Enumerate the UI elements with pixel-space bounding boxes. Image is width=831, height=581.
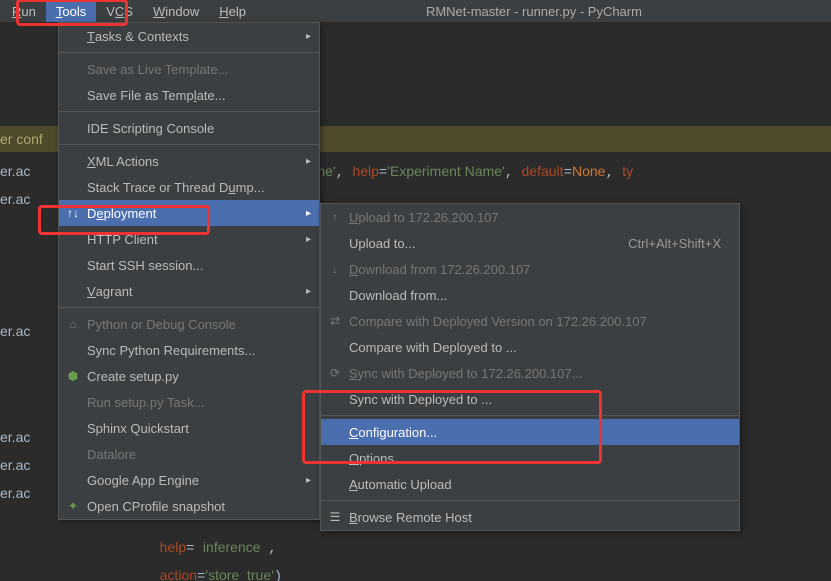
menu-item-sync-requirements[interactable]: Sync Python Requirements... (59, 337, 319, 363)
menu-tools[interactable]: ToolsTools (46, 1, 96, 22)
upload-icon: ↑ (327, 209, 343, 225)
compare-icon: ⇄ (327, 313, 343, 329)
menu-run[interactable]: RRunun (2, 1, 46, 22)
menu-help[interactable]: HelpHelp (209, 1, 256, 22)
menu-item-upload-to[interactable]: Upload to...Ctrl+Alt+Shift+X (321, 230, 739, 256)
menu-item-http-client[interactable]: HTTP Client (59, 226, 319, 252)
menu-item-sphinx[interactable]: Sphinx Quickstart (59, 415, 319, 441)
separator (59, 307, 319, 308)
menu-item-run-setup[interactable]: Run setup.py Task... (59, 389, 319, 415)
separator (59, 111, 319, 112)
separator (59, 52, 319, 53)
menu-item-options[interactable]: Options...Options... (321, 445, 739, 471)
menu-vcs[interactable]: VCSVCS (96, 1, 143, 22)
menu-item-download-ip[interactable]: ↓Download from 172.26.200.107Download fr… (321, 256, 739, 282)
shortcut: Ctrl+Alt+Shift+X (598, 236, 721, 251)
menu-item-sync-ip[interactable]: ⟳Sync with Deployed to 172.26.200.107...… (321, 360, 739, 386)
menu-item-compare-ip[interactable]: ⇄Compare with Deployed Version on 172.26… (321, 308, 739, 334)
sync-icon: ⟳ (327, 365, 343, 381)
menu-item-tasks[interactable]: Tasks & ContextsTasks & Contexts (59, 23, 319, 49)
menu-item-datalore[interactable]: Datalore (59, 441, 319, 467)
menu-item-ide-scripting[interactable]: IDE Scripting Console (59, 115, 319, 141)
menu-item-sync-to[interactable]: Sync with Deployed to ... (321, 386, 739, 412)
deployment-submenu: ↑Upload to 172.26.200.107Upload to 172.2… (320, 203, 740, 531)
download-icon: ↓ (327, 261, 343, 277)
menu-item-ssh[interactable]: Start SSH session... (59, 252, 319, 278)
menu-item-auto-upload[interactable]: Automatic UploadAutomatic Upload (321, 471, 739, 497)
separator (321, 500, 739, 501)
menu-window[interactable]: WindowWindow (143, 1, 209, 22)
menu-item-stack-trace[interactable]: Stack Trace or Thread Dump...Stack Trace… (59, 174, 319, 200)
menu-item-browse-remote[interactable]: ☰Browse Remote HostBrowse Remote Host (321, 504, 739, 530)
menu-item-vagrant[interactable]: VagrantVagrant (59, 278, 319, 304)
separator (321, 415, 739, 416)
menu-item-configuration[interactable]: Configuration...Configuration... (321, 419, 739, 445)
tools-menu: Tasks & ContextsTasks & Contexts Save as… (58, 22, 320, 520)
python-icon: ⌂ (65, 316, 81, 332)
menu-item-save-file-template[interactable]: Save File as Template...Save File as Tem… (59, 82, 319, 108)
menu-item-gae[interactable]: Google App Engine (59, 467, 319, 493)
menu-item-upload-ip[interactable]: ↑Upload to 172.26.200.107Upload to 172.2… (321, 204, 739, 230)
window-title: RMNet-master - runner.py - PyCharm (426, 4, 642, 19)
menu-item-deployment[interactable]: ↑↓DeploymentDeployment (59, 200, 319, 226)
menu-item-compare-to[interactable]: Compare with Deployed to ... (321, 334, 739, 360)
python-snake-icon: ✦ (65, 498, 81, 514)
menu-item-create-setup[interactable]: ⬢Create setup.py (59, 363, 319, 389)
deployment-icon: ↑↓ (65, 205, 81, 221)
menu-item-python-console[interactable]: ⌂Python or Debug Console (59, 311, 319, 337)
separator (59, 144, 319, 145)
python-file-icon: ⬢ (65, 368, 81, 384)
menu-item-xml-actions[interactable]: XML ActionsXML Actions (59, 148, 319, 174)
menu-item-cprofile[interactable]: ✦Open CProfile snapshot (59, 493, 319, 519)
menu-item-download-from[interactable]: Download from... (321, 282, 739, 308)
menu-bar: RRunun ToolsTools VCSVCS WindowWindow He… (0, 0, 831, 22)
browse-icon: ☰ (327, 509, 343, 525)
menu-item-save-live-template[interactable]: Save as Live Template... (59, 56, 319, 82)
